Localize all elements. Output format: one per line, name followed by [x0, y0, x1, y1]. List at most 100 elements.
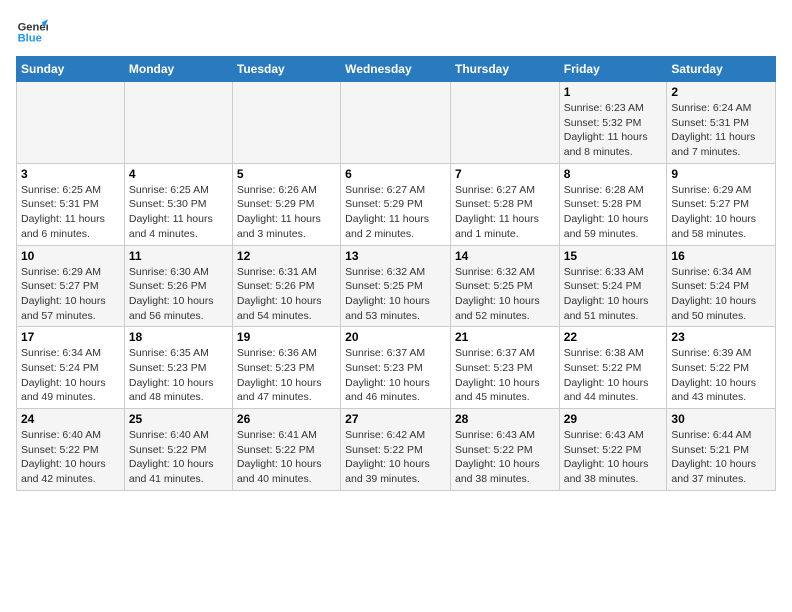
day-info: Sunrise: 6:25 AM	[129, 183, 228, 198]
day-info: Sunset: 5:23 PM	[455, 361, 555, 376]
day-info: Daylight: 10 hours and 37 minutes.	[671, 457, 771, 486]
day-info: Sunset: 5:24 PM	[21, 361, 120, 376]
weekday-header: Thursday	[450, 57, 559, 82]
day-number: 6	[345, 167, 446, 181]
day-info: Sunset: 5:23 PM	[129, 361, 228, 376]
day-number: 19	[237, 330, 336, 344]
calendar-cell: 25Sunrise: 6:40 AMSunset: 5:22 PMDayligh…	[124, 409, 232, 491]
day-info: Sunset: 5:23 PM	[345, 361, 446, 376]
day-info: Sunset: 5:26 PM	[237, 279, 336, 294]
day-info: Sunrise: 6:25 AM	[21, 183, 120, 198]
calendar-cell: 3Sunrise: 6:25 AMSunset: 5:31 PMDaylight…	[17, 163, 125, 245]
calendar-week-row: 17 Sunrise: 6:34 AMSunset: 5:24 PM Dayligh…	[17, 327, 776, 409]
day-info: Sunrise: 6:29 AM	[671, 183, 771, 198]
calendar-cell: 18Sunrise: 6:35 AMSunset: 5:23 PMDayligh…	[124, 327, 232, 409]
day-info: Daylight: 10 hours and 43 minutes.	[671, 376, 771, 405]
weekday-header: Friday	[559, 57, 667, 82]
day-info: Daylight: 10 hours and 45 minutes.	[455, 376, 555, 405]
calendar-cell: 30Sunrise: 6:44 AMSunset: 5:21 PMDayligh…	[667, 409, 776, 491]
calendar-cell	[341, 82, 451, 164]
calendar-cell	[124, 82, 232, 164]
day-info: Sunset: 5:29 PM	[345, 197, 446, 212]
day-info: Daylight: 10 hours and 41 minutes.	[129, 457, 228, 486]
day-number: 30	[671, 412, 771, 426]
calendar-week-row: 24Sunrise: 6:40 AMSunset: 5:22 PMDayligh…	[17, 409, 776, 491]
day-info: Daylight: 11 hours and 3 minutes.	[237, 212, 336, 241]
day-info: Sunset: 5:22 PM	[21, 443, 120, 458]
day-info: Sunset: 5:29 PM	[237, 197, 336, 212]
day-info: Daylight: 10 hours and 47 minutes.	[237, 376, 336, 405]
day-info: Sunrise: 6:31 AM	[237, 265, 336, 280]
calendar-cell: 9Sunrise: 6:29 AMSunset: 5:27 PMDaylight…	[667, 163, 776, 245]
day-number: 8	[564, 167, 663, 181]
day-number: 24	[21, 412, 120, 426]
calendar-cell: 2Sunrise: 6:24 AMSunset: 5:31 PMDaylight…	[667, 82, 776, 164]
day-info: Sunset: 5:24 PM	[564, 279, 663, 294]
day-number: 9	[671, 167, 771, 181]
calendar-cell	[450, 82, 559, 164]
day-number: 12	[237, 249, 336, 263]
day-number: 3	[21, 167, 120, 181]
day-number: 23	[671, 330, 771, 344]
day-info: Sunrise: 6:40 AM	[21, 428, 120, 443]
day-info: Sunset: 5:24 PM	[671, 279, 771, 294]
calendar-header: SundayMondayTuesdayWednesdayThursdayFrid…	[17, 57, 776, 82]
calendar-body: 1Sunrise: 6:23 AMSunset: 5:32 PMDaylight…	[17, 82, 776, 491]
day-info: Sunrise: 6:42 AM	[345, 428, 446, 443]
day-info: Sunrise: 6:24 AM	[671, 101, 771, 116]
day-info: Sunrise: 6:29 AM	[21, 265, 120, 280]
day-info: Sunrise: 6:33 AM	[564, 265, 663, 280]
day-info: Sunset: 5:22 PM	[129, 443, 228, 458]
day-number: 16	[671, 249, 771, 263]
day-info: Sunrise: 6:27 AM	[455, 183, 555, 198]
calendar-cell: 14Sunrise: 6:32 AMSunset: 5:25 PMDayligh…	[450, 245, 559, 327]
day-info: Sunset: 5:22 PM	[671, 361, 771, 376]
day-info: Daylight: 10 hours and 54 minutes.	[237, 294, 336, 323]
day-info: Daylight: 10 hours and 48 minutes.	[129, 376, 228, 405]
day-number: 21	[455, 330, 555, 344]
calendar-cell: 5Sunrise: 6:26 AMSunset: 5:29 PMDaylight…	[232, 163, 340, 245]
calendar-cell: 8 Sunrise: 6:28 AMSunset: 5:28 PMDaylight…	[559, 163, 667, 245]
day-info: Sunset: 5:31 PM	[21, 197, 120, 212]
day-number: 5	[237, 167, 336, 181]
day-info: Sunset: 5:27 PM	[671, 197, 771, 212]
day-number: 22	[564, 330, 663, 344]
day-info: Daylight: 11 hours and 7 minutes.	[671, 130, 771, 159]
calendar-cell: 24Sunrise: 6:40 AMSunset: 5:22 PMDayligh…	[17, 409, 125, 491]
day-info: Daylight: 10 hours and 53 minutes.	[345, 294, 446, 323]
day-info: Sunrise: 6:28 AM	[564, 183, 663, 198]
weekday-header: Wednesday	[341, 57, 451, 82]
day-info: Daylight: 10 hours and 50 minutes.	[671, 294, 771, 323]
day-info: Daylight: 10 hours and 56 minutes.	[129, 294, 228, 323]
day-number: 26	[237, 412, 336, 426]
day-info: Sunset: 5:23 PM	[237, 361, 336, 376]
day-number: 2	[671, 85, 771, 99]
day-info: Daylight: 10 hours and 59 minutes.	[564, 212, 663, 241]
day-info: Sunrise: 6:34 AM	[21, 346, 120, 361]
day-info: Sunrise: 6:27 AM	[345, 183, 446, 198]
calendar-cell: 11Sunrise: 6:30 AMSunset: 5:26 PMDayligh…	[124, 245, 232, 327]
day-number: 15	[564, 249, 663, 263]
day-info: Sunrise: 6:34 AM	[671, 265, 771, 280]
day-number: 29	[564, 412, 663, 426]
day-number: 27	[345, 412, 446, 426]
day-info: Daylight: 10 hours and 57 minutes.	[21, 294, 120, 323]
day-number: 10	[21, 249, 120, 263]
calendar-cell: 20Sunrise: 6:37 AMSunset: 5:23 PMDayligh…	[341, 327, 451, 409]
day-number: 18	[129, 330, 228, 344]
day-info: Daylight: 10 hours and 38 minutes.	[564, 457, 663, 486]
calendar-cell: 6Sunrise: 6:27 AMSunset: 5:29 PMDaylight…	[341, 163, 451, 245]
calendar-cell: 19Sunrise: 6:36 AMSunset: 5:23 PMDayligh…	[232, 327, 340, 409]
day-number: 1	[564, 85, 663, 99]
logo: General Blue	[16, 16, 50, 48]
day-info: Sunset: 5:32 PM	[564, 116, 663, 131]
calendar-cell	[17, 82, 125, 164]
day-number: 17	[21, 330, 120, 344]
calendar-cell: 28Sunrise: 6:43 AMSunset: 5:22 PMDayligh…	[450, 409, 559, 491]
day-info: Sunset: 5:28 PM	[564, 197, 663, 212]
day-info: Sunset: 5:22 PM	[564, 361, 663, 376]
day-info: Sunrise: 6:43 AM	[564, 428, 663, 443]
weekday-header: Sunday	[17, 57, 125, 82]
day-info: Sunrise: 6:44 AM	[671, 428, 771, 443]
day-info: Daylight: 10 hours and 46 minutes.	[345, 376, 446, 405]
